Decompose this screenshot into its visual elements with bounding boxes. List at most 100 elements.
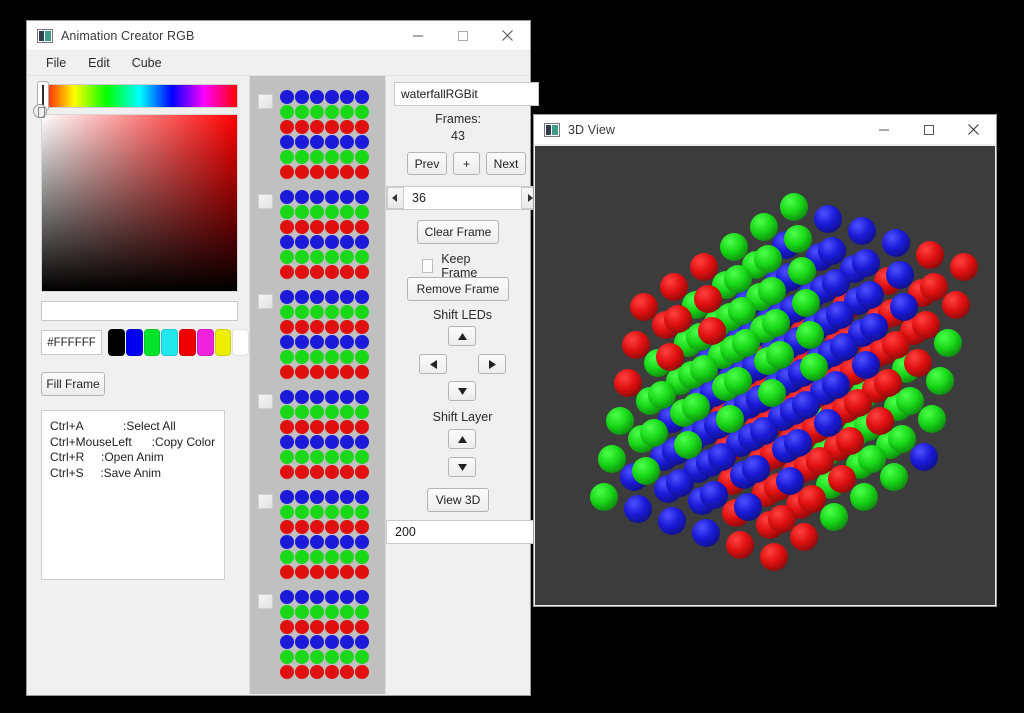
led-dot[interactable] — [340, 265, 354, 279]
led-dot[interactable] — [340, 490, 354, 504]
led-dot[interactable] — [280, 465, 294, 479]
led-dot[interactable] — [355, 265, 369, 279]
led-dot[interactable] — [340, 520, 354, 534]
led-dot[interactable] — [295, 365, 309, 379]
led-dot[interactable] — [295, 550, 309, 564]
led-dot[interactable] — [355, 505, 369, 519]
led-dot[interactable] — [355, 290, 369, 304]
led-dot[interactable] — [295, 90, 309, 104]
led-dot[interactable] — [325, 290, 339, 304]
led-dot[interactable] — [325, 535, 339, 549]
led-dot[interactable] — [325, 235, 339, 249]
frame-select-checkbox[interactable] — [258, 194, 273, 209]
menu-item-cube[interactable]: Cube — [121, 53, 173, 73]
led-dot[interactable] — [355, 605, 369, 619]
menu-item-file[interactable]: File — [35, 53, 77, 73]
led-dot[interactable] — [355, 165, 369, 179]
frame-list-item[interactable] — [250, 184, 385, 284]
led-dot[interactable] — [280, 365, 294, 379]
led-dot[interactable] — [295, 190, 309, 204]
led-dot[interactable] — [340, 420, 354, 434]
led-dot[interactable] — [325, 450, 339, 464]
led-dot[interactable] — [325, 265, 339, 279]
led-dot[interactable] — [340, 220, 354, 234]
led-dot[interactable] — [340, 390, 354, 404]
next-frame-button[interactable]: Next — [486, 152, 526, 175]
led-dot[interactable] — [310, 590, 324, 604]
led-dot[interactable] — [325, 250, 339, 264]
swatch-red[interactable] — [179, 329, 196, 356]
frame-list-item[interactable] — [250, 584, 385, 684]
maximize-button[interactable] — [906, 115, 951, 144]
led-dot[interactable] — [340, 650, 354, 664]
shift-layer-down-button[interactable] — [448, 457, 476, 477]
led-dot[interactable] — [280, 135, 294, 149]
led-dot[interactable] — [310, 105, 324, 119]
led-dot[interactable] — [280, 665, 294, 679]
shift-leds-left-button[interactable] — [419, 354, 447, 374]
led-dot[interactable] — [310, 620, 324, 634]
led-dot[interactable] — [310, 650, 324, 664]
led-dot[interactable] — [310, 320, 324, 334]
led-dot[interactable] — [340, 105, 354, 119]
shift-leds-down-button[interactable] — [448, 381, 476, 401]
swatch-blue[interactable] — [125, 329, 143, 356]
led-dot[interactable] — [295, 465, 309, 479]
led-dot[interactable] — [355, 590, 369, 604]
led-dot[interactable] — [295, 505, 309, 519]
led-dot[interactable] — [295, 450, 309, 464]
led-dot[interactable] — [340, 305, 354, 319]
led-dot[interactable] — [325, 650, 339, 664]
led-dot[interactable] — [295, 350, 309, 364]
led-dot[interactable] — [355, 635, 369, 649]
led-dot[interactable] — [355, 390, 369, 404]
led-dot[interactable] — [280, 420, 294, 434]
led-dot[interactable] — [295, 305, 309, 319]
led-dot[interactable] — [280, 635, 294, 649]
led-dot[interactable] — [325, 665, 339, 679]
frame-led-grid[interactable] — [280, 590, 370, 680]
led-dot[interactable] — [355, 550, 369, 564]
led-dot[interactable] — [280, 290, 294, 304]
led-dot[interactable] — [280, 190, 294, 204]
led-dot[interactable] — [325, 320, 339, 334]
view3d-titlebar[interactable]: 3D View — [534, 115, 996, 145]
led-dot[interactable] — [310, 405, 324, 419]
led-dot[interactable] — [280, 565, 294, 579]
hue-slider[interactable] — [37, 81, 238, 111]
led-dot[interactable] — [355, 135, 369, 149]
led-dot[interactable] — [280, 265, 294, 279]
led-dot[interactable] — [295, 490, 309, 504]
led-dot[interactable] — [295, 105, 309, 119]
led-dot[interactable] — [310, 565, 324, 579]
shift-leds-up-button[interactable] — [448, 326, 476, 346]
led-dot[interactable] — [280, 220, 294, 234]
main-window-titlebar[interactable]: Animation Creator RGB — [27, 21, 530, 51]
led-dot[interactable] — [340, 620, 354, 634]
add-frame-button[interactable]: + — [453, 152, 480, 175]
led-dot[interactable] — [295, 435, 309, 449]
led-dot[interactable] — [325, 550, 339, 564]
led-dot[interactable] — [340, 505, 354, 519]
led-dot[interactable] — [355, 335, 369, 349]
minimize-button[interactable] — [861, 115, 906, 144]
led-dot[interactable] — [280, 605, 294, 619]
led-dot[interactable] — [310, 465, 324, 479]
swatch-magenta[interactable] — [196, 329, 214, 356]
prev-frame-button[interactable]: Prev — [407, 152, 447, 175]
led-dot[interactable] — [280, 335, 294, 349]
led-dot[interactable] — [310, 550, 324, 564]
led-dot[interactable] — [295, 620, 309, 634]
led-dot[interactable] — [355, 150, 369, 164]
led-dot[interactable] — [355, 435, 369, 449]
frame-spinner[interactable]: 36 — [386, 186, 539, 210]
led-dot[interactable] — [310, 205, 324, 219]
frame-led-grid[interactable] — [280, 90, 370, 180]
keep-frame-checkbox[interactable] — [422, 259, 434, 273]
led-dot[interactable] — [355, 405, 369, 419]
led-dot[interactable] — [325, 105, 339, 119]
led-dot[interactable] — [355, 420, 369, 434]
led-dot[interactable] — [340, 450, 354, 464]
led-dot[interactable] — [280, 535, 294, 549]
led-dot[interactable] — [295, 335, 309, 349]
